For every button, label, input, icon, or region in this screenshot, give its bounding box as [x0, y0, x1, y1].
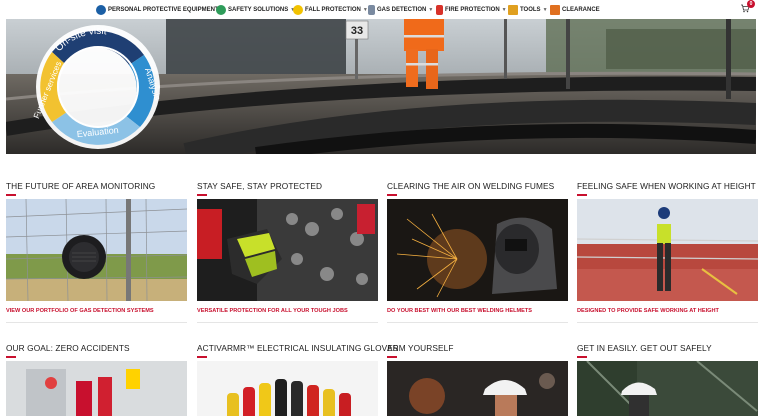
main-nav: PERSONAL PROTECTIVE EQUIPMENT ▼ SAFETY S… [0, 0, 768, 19]
card-title: CLEARING THE AIR ON WELDING FUMES [387, 181, 555, 191]
nav-label: CLEARANCE [562, 6, 600, 13]
nav-item-fire-protection[interactable]: FIRE PROTECTION ▼ [436, 0, 507, 19]
tools-icon [508, 4, 518, 15]
title-accent-bar [387, 194, 397, 196]
card-get-in-easily[interactable]: GET IN EASILY. GET OUT SAFELY [577, 343, 758, 416]
card-link[interactable]: VIEW OUR PORTFOLIO OF GAS DETECTION SYST… [6, 308, 154, 314]
nav-label: TOOLS [520, 6, 541, 13]
card-image[interactable] [387, 361, 568, 416]
ppe-icon [96, 4, 106, 15]
fire-protection-icon [436, 4, 443, 15]
gas-detection-icon [368, 4, 375, 15]
chevron-down-icon: ▼ [428, 6, 434, 13]
card-link[interactable]: VERSATILE PROTECTION FOR ALL YOUR TOUGH … [197, 308, 348, 314]
divider [387, 322, 568, 323]
card-title: ACTIVARMR™ ELECTRICAL INSULATING GLOVES [197, 343, 399, 353]
card-working-at-height[interactable]: FEELING SAFE WHEN WORKING AT HEIGHT DESI… [577, 181, 758, 326]
nav-item-safety-solutions[interactable]: SAFETY SOLUTIONS ▼ [216, 0, 295, 19]
chevron-down-icon: ▼ [542, 6, 548, 13]
nav-item-gas-detection[interactable]: GAS DETECTION ▼ [368, 0, 433, 19]
hero-banner[interactable]: 33 On-site visit Analysis Evaluation Fur… [6, 19, 756, 154]
card-insulating-gloves[interactable]: ACTIVARMR™ ELECTRICAL INSULATING GLOVES [197, 343, 398, 416]
divider [6, 322, 187, 323]
card-area-monitoring[interactable]: THE FUTURE OF AREA MONITORING VIEW OUR P… [6, 181, 187, 326]
card-image[interactable] [6, 199, 187, 301]
nav-item-fall-protection[interactable]: FALL PROTECTION ▼ [293, 0, 368, 19]
card-title: OUR GOAL: ZERO ACCIDENTS [6, 343, 130, 353]
title-accent-bar [577, 194, 587, 196]
divider [197, 322, 378, 323]
card-title: THE FUTURE OF AREA MONITORING [6, 181, 156, 191]
card-image[interactable] [577, 361, 758, 416]
card-welding-fumes[interactable]: CLEARING THE AIR ON WELDING FUMES DO YOU… [387, 181, 568, 326]
title-accent-bar [6, 356, 16, 358]
card-image[interactable] [197, 361, 378, 416]
title-accent-bar [387, 356, 397, 358]
nav-label: GAS DETECTION [377, 6, 427, 13]
card-title: GET IN EASILY. GET OUT SAFELY [577, 343, 712, 353]
nav-label: FALL PROTECTION [305, 6, 361, 13]
card-image[interactable] [197, 199, 378, 301]
title-accent-bar [197, 194, 207, 196]
nav-item-clearance[interactable]: CLEARANCE [550, 0, 600, 19]
track-sign-number: 33 [351, 25, 363, 37]
card-stay-protected[interactable]: STAY SAFE, STAY PROTECTED VERSATILE PROT… [197, 181, 378, 326]
nav-item-tools[interactable]: TOOLS ▼ [508, 0, 548, 19]
solutions-icon [216, 4, 226, 15]
nav-item-ppe[interactable]: PERSONAL PROTECTIVE EQUIPMENT ▼ [96, 0, 226, 19]
clearance-icon [550, 4, 560, 15]
nav-label: PERSONAL PROTECTIVE EQUIPMENT [108, 6, 219, 13]
title-accent-bar [197, 356, 207, 358]
card-image[interactable] [6, 361, 187, 416]
nav-label: FIRE PROTECTION [445, 6, 500, 13]
title-accent-bar [6, 194, 16, 196]
cart-count-badge: 0 [747, 0, 755, 8]
card-image[interactable] [387, 199, 568, 301]
chevron-down-icon: ▼ [501, 6, 507, 13]
card-arm-yourself[interactable]: ARM YOURSELF [387, 343, 568, 416]
nav-label: SAFETY SOLUTIONS [228, 6, 289, 13]
card-title: FEELING SAFE WHEN WORKING AT HEIGHT [577, 181, 756, 191]
card-title: ARM YOURSELF [387, 343, 454, 353]
title-accent-bar [577, 356, 587, 358]
card-link[interactable]: DESIGNED TO PROVIDE SAFE WORKING AT HEIG… [577, 308, 719, 314]
card-title: STAY SAFE, STAY PROTECTED [197, 181, 323, 191]
fall-protection-icon [293, 4, 303, 15]
card-image[interactable] [577, 199, 758, 301]
service-cycle-diagram: On-site visit Analysis Evaluation Furthe… [31, 25, 163, 149]
card-link[interactable]: DO YOUR BEST WITH OUR BEST WELDING HELME… [387, 308, 532, 314]
card-zero-accidents[interactable]: OUR GOAL: ZERO ACCIDENTS [6, 343, 187, 416]
divider [577, 322, 758, 323]
